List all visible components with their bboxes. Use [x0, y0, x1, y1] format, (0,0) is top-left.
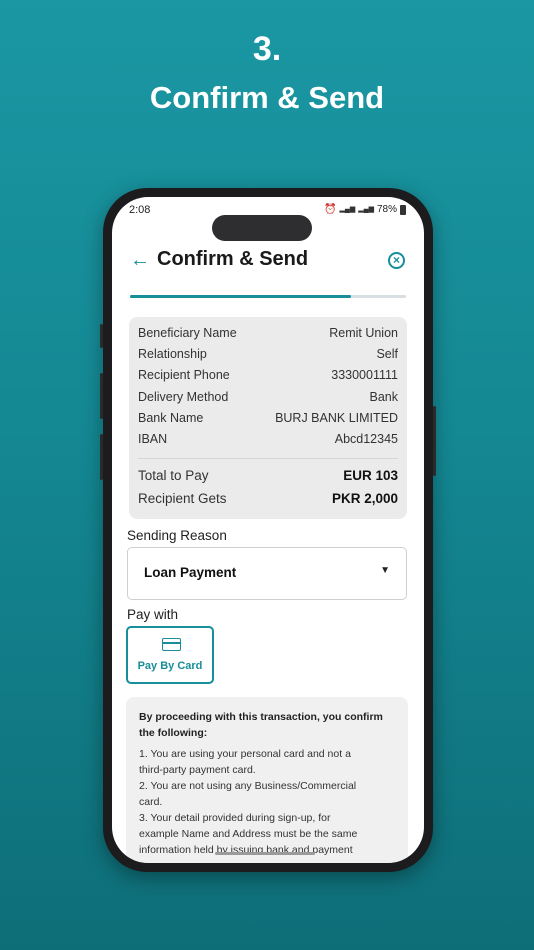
- signal-icon: ▂▄▆: [339, 206, 356, 213]
- promo-title: Confirm & Send: [149, 80, 385, 115]
- summary-value: BURJ BANK LIMITED: [275, 411, 398, 425]
- pay-by-card-option[interactable]: Pay By Card: [126, 626, 214, 684]
- terms-line: 1. You are using your personal card and …: [139, 748, 351, 760]
- total-label: Total to Pay: [138, 468, 209, 483]
- recipient-gets-row: Recipient Gets PKR 2,000: [138, 491, 398, 506]
- app-screen: 2:08 ⏰ ▂▄▆ ▂▄▆ 78% ← Confirm & Send × Be…: [112, 197, 424, 863]
- summary-label: Beneficiary Name: [138, 326, 237, 340]
- close-icon[interactable]: ×: [388, 252, 405, 269]
- summary-value: Self: [376, 347, 398, 361]
- summary-label: IBAN: [138, 432, 168, 446]
- summary-row: Relationship Self: [138, 347, 398, 361]
- recipient-gets-value: PKR 2,000: [331, 491, 398, 506]
- summary-value: 3330001111: [331, 368, 398, 382]
- summary-label: Relationship: [138, 347, 207, 361]
- promo-step: 3.: [252, 30, 282, 68]
- volume-down-button: [100, 434, 103, 480]
- summary-value: Bank: [369, 390, 399, 404]
- summary-card: Beneficiary Name Remit Union Relationshi…: [129, 317, 407, 519]
- summary-row: Beneficiary Name Remit Union: [138, 326, 398, 340]
- summary-value: Abcd12345: [334, 432, 398, 446]
- screen-header: ← Confirm & Send ×: [112, 247, 424, 277]
- recipient-gets-label: Recipient Gets: [138, 491, 227, 506]
- progress-bar: [130, 295, 406, 298]
- terms-box: By proceeding with this transaction, you…: [126, 697, 408, 863]
- pay-with-label: Pay with: [127, 607, 179, 622]
- terms-line: third-party payment card.: [139, 764, 256, 776]
- terms-line: 2. You are not using any Business/Commer…: [139, 780, 357, 792]
- signal-icon-2: ▂▄▆: [358, 206, 374, 213]
- summary-row: Delivery Method Bank: [138, 390, 398, 404]
- total-row: Total to Pay EUR 103: [138, 468, 398, 483]
- battery-icon: [400, 204, 406, 215]
- caret-down-icon: ▼: [380, 565, 390, 576]
- sending-reason-value: Loan Payment: [144, 565, 237, 580]
- status-icons: ⏰ ▂▄▆ ▂▄▆ 78%: [324, 204, 406, 215]
- sending-reason-label: Sending Reason: [127, 528, 227, 543]
- battery-level: 78%: [376, 204, 397, 215]
- back-arrow-icon[interactable]: ←: [130, 249, 150, 272]
- summary-label: Delivery Method: [138, 390, 229, 404]
- summary-row: Recipient Phone 3330001111: [138, 368, 398, 382]
- terms-heading: By proceeding with this transaction, you…: [139, 711, 383, 739]
- alarm-icon: ⏰: [324, 204, 337, 215]
- mute-switch: [100, 324, 103, 348]
- summary-divider: [138, 458, 398, 459]
- terms-line: card.: [139, 796, 163, 808]
- home-indicator[interactable]: [215, 852, 315, 855]
- progress-fill: [130, 295, 351, 298]
- phone-frame: 2:08 ⏰ ▂▄▆ ▂▄▆ 78% ← Confirm & Send × Be…: [100, 188, 436, 872]
- volume-up-button: [100, 373, 103, 419]
- total-value: EUR 103: [343, 468, 398, 483]
- terms-line: information held by issuing bank and pay…: [139, 844, 353, 856]
- summary-label: Recipient Phone: [138, 368, 230, 382]
- summary-value: Remit Union: [329, 326, 398, 340]
- screen-title: Confirm & Send: [157, 248, 309, 270]
- terms-line: 3. Your detail provided during sign-up, …: [139, 812, 331, 824]
- summary-label: Bank Name: [138, 411, 204, 425]
- terms-line: example Name and Address must be the sam…: [139, 828, 358, 840]
- summary-row: Bank Name BURJ BANK LIMITED: [138, 411, 398, 425]
- status-time: 2:08: [129, 204, 151, 216]
- dynamic-island: [212, 215, 312, 241]
- pay-by-card-label: Pay By Card: [137, 660, 203, 672]
- power-button: [433, 406, 436, 476]
- summary-row: IBAN Abcd12345: [138, 432, 398, 446]
- credit-card-icon: [162, 638, 181, 651]
- sending-reason-dropdown[interactable]: Loan Payment ▼: [127, 547, 407, 600]
